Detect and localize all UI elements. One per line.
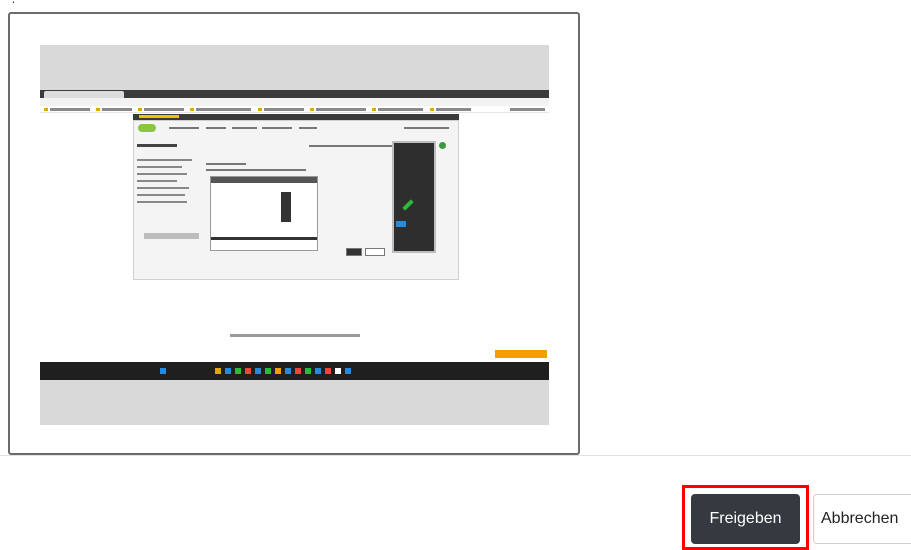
preview-app-window	[133, 120, 459, 280]
screenshot-preview-canvas	[40, 45, 549, 425]
preview-orange-badge	[495, 350, 547, 358]
share-button[interactable]: Freigeben	[691, 494, 800, 544]
preview-left-button	[144, 233, 199, 239]
preview-browser-tabbar	[40, 90, 549, 98]
screenshot-preview-frame	[8, 12, 580, 455]
dialog-heading-partial: · . · · · · · · · ·	[2, 0, 92, 6]
preview-footer-text	[230, 334, 360, 337]
preview-phone-image	[392, 141, 436, 253]
preview-heading	[137, 144, 177, 147]
preview-logo	[138, 124, 156, 132]
dialog-header-cut: · . · · · · · · · ·	[0, 0, 911, 10]
cancel-button[interactable]: Abbrechen	[813, 494, 911, 544]
screenshot-preview-image	[40, 90, 549, 380]
preview-thumbnail	[210, 176, 318, 251]
preview-browser-tab	[44, 91, 124, 98]
preview-bookmarks-bar	[40, 106, 549, 113]
preview-address-bar	[40, 98, 549, 106]
preview-taskbar	[40, 362, 549, 380]
